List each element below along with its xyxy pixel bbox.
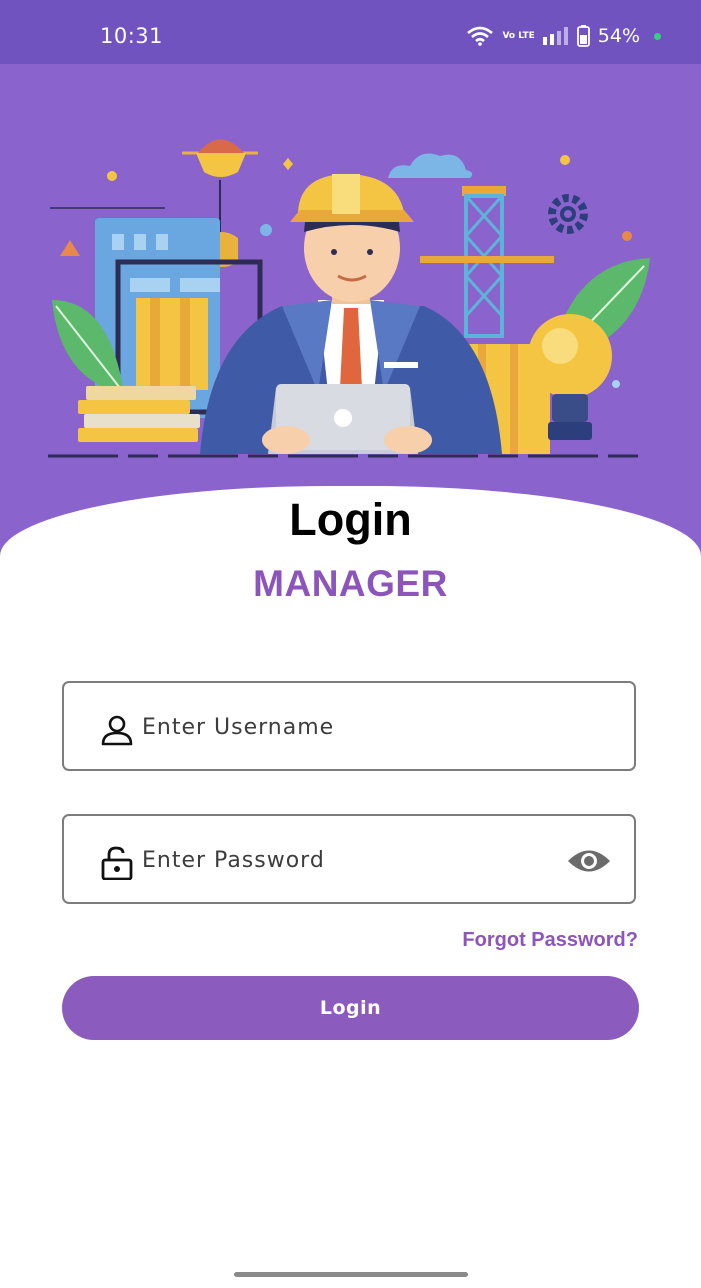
role-label: MANAGER bbox=[253, 563, 448, 604]
password-input[interactable] bbox=[142, 840, 562, 880]
signal-icon bbox=[542, 27, 568, 45]
page-title: Login bbox=[289, 494, 412, 545]
password-field[interactable] bbox=[62, 814, 636, 904]
username-input[interactable] bbox=[142, 707, 562, 747]
battery-percent: 54% bbox=[597, 25, 640, 47]
eye-icon[interactable] bbox=[566, 846, 612, 876]
wifi-icon bbox=[467, 26, 494, 46]
login-button[interactable]: Login bbox=[62, 976, 639, 1040]
user-icon bbox=[101, 715, 133, 746]
privacy-dot-icon bbox=[654, 32, 661, 40]
forgot-password-link[interactable]: Forgot Password? bbox=[462, 929, 638, 952]
status-time: 10:31 bbox=[100, 24, 164, 48]
battery-icon bbox=[576, 25, 590, 47]
status-icons: Vo LTE 54% bbox=[466, 22, 661, 50]
status-bar: 10:31 Vo LTE 54% bbox=[0, 0, 701, 64]
lock-icon bbox=[101, 846, 133, 880]
username-field[interactable] bbox=[62, 681, 636, 771]
volte-icon: Vo LTE bbox=[502, 30, 535, 41]
home-indicator[interactable] bbox=[234, 1272, 468, 1277]
